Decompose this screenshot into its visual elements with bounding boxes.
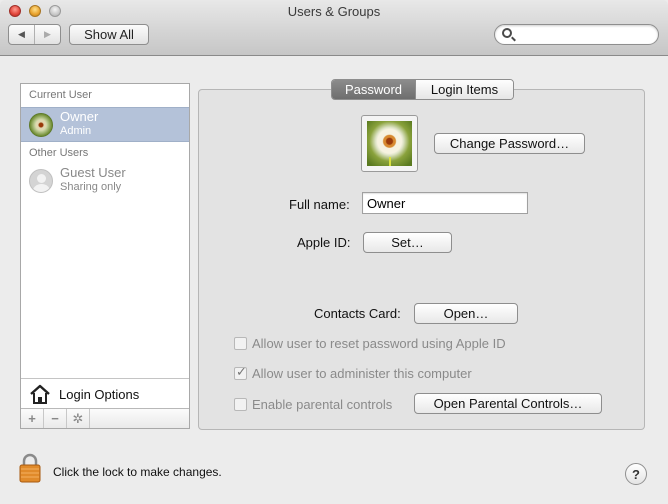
search-input[interactable] [517, 27, 652, 42]
title-bar: Users & Groups ◀ ▶ Show All [0, 0, 668, 56]
lock-status-text: Click the lock to make changes. [53, 465, 222, 479]
back-button[interactable]: ◀ [9, 25, 34, 44]
remove-user-button[interactable]: − [44, 409, 67, 428]
user-role: Sharing only [60, 181, 122, 193]
administer-checkbox[interactable] [234, 364, 247, 380]
help-button[interactable]: ? [625, 463, 647, 485]
reset-password-checkbox[interactable] [234, 336, 247, 350]
apple-id-label: Apple ID: [297, 235, 351, 250]
full-name-field[interactable] [362, 192, 528, 214]
user-role: Admin [60, 125, 92, 137]
current-user-header: Current User [29, 89, 92, 101]
change-password-button[interactable]: Change Password… [434, 133, 585, 154]
house-icon [30, 384, 50, 404]
guest-avatar-icon [29, 169, 53, 193]
user-row-guest[interactable]: Guest User Sharing only [21, 164, 189, 199]
search-field[interactable] [494, 24, 659, 45]
apple-id-set-button[interactable]: Set… [363, 232, 452, 253]
dandelion-picture [367, 121, 412, 166]
administer-computer-option[interactable]: Allow user to administer this computer [234, 364, 472, 382]
add-user-button[interactable]: + [21, 409, 44, 428]
forward-button[interactable]: ▶ [34, 25, 60, 44]
user-picture-well[interactable] [361, 115, 418, 172]
lock-icon[interactable] [18, 453, 42, 483]
login-options-label: Login Options [59, 387, 140, 402]
parental-controls-label: Enable parental controls [252, 396, 393, 412]
parental-controls-checkbox[interactable] [234, 397, 247, 411]
search-icon [502, 28, 512, 38]
forward-arrow-icon: ▶ [44, 29, 51, 39]
contacts-card-label: Contacts Card: [314, 306, 401, 321]
show-all-button[interactable]: Show All [69, 24, 149, 45]
user-name: Guest User [60, 165, 126, 180]
action-menu-button[interactable]: ✲ [67, 409, 90, 428]
other-users-header: Other Users [29, 147, 89, 159]
sidebar-toolbar: + − ✲ [21, 408, 189, 428]
users-sidebar: Current User Owner Admin Other Users Gue… [20, 83, 190, 429]
reset-password-label: Allow user to reset password using Apple… [252, 335, 506, 351]
open-parental-controls-button[interactable]: Open Parental Controls… [414, 393, 602, 414]
back-arrow-icon: ◀ [18, 29, 25, 39]
tab-password[interactable]: Password [332, 80, 415, 99]
user-avatar-owner [29, 113, 53, 137]
minus-icon: − [51, 411, 59, 426]
window-title: Users & Groups [287, 4, 381, 19]
back-forward-control: ◀ ▶ [8, 24, 61, 45]
contacts-card-open-button[interactable]: Open… [414, 303, 518, 324]
reset-password-apple-id-option[interactable]: Allow user to reset password using Apple… [234, 334, 506, 352]
parental-controls-option[interactable]: Enable parental controls [234, 395, 392, 413]
administer-label: Allow user to administer this computer [252, 365, 472, 381]
plus-icon: + [28, 411, 36, 426]
full-name-label: Full name: [289, 197, 350, 212]
gear-icon: ✲ [72, 410, 84, 426]
user-name: Owner [60, 109, 99, 124]
tab-login-items[interactable]: Login Items [415, 80, 513, 99]
question-mark-icon: ? [632, 466, 640, 482]
login-options-item[interactable]: Login Options [21, 378, 189, 408]
tab-bar: Password Login Items [331, 79, 514, 100]
user-row-owner[interactable]: Owner Admin [21, 107, 189, 142]
